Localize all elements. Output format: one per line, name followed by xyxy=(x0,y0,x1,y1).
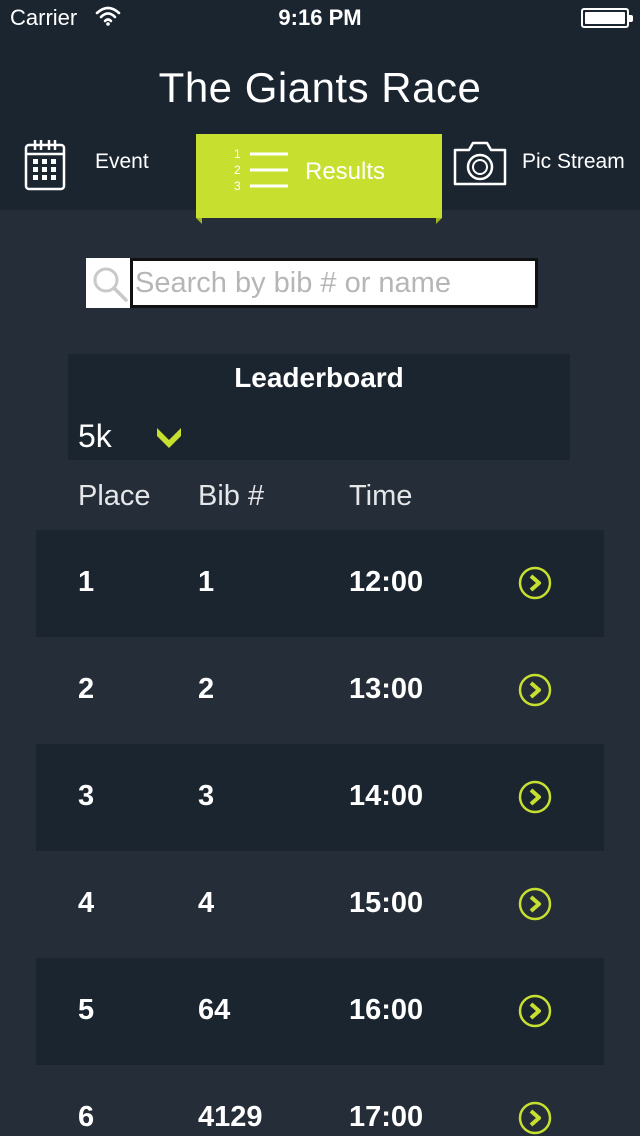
row-bib: 4129 xyxy=(198,1101,263,1133)
chevron-right-circle-icon[interactable] xyxy=(518,1101,552,1135)
tab-results-label: Results xyxy=(305,158,386,185)
column-header-bib: Bib # xyxy=(198,480,265,512)
camera-icon xyxy=(453,141,507,186)
row-bib: 3 xyxy=(198,780,215,812)
row-bib: 2 xyxy=(198,673,215,705)
tab-event-label: Event xyxy=(95,150,149,173)
row-bib: 1 xyxy=(198,566,215,598)
result-row[interactable]: 3 3 14:00 xyxy=(36,744,604,851)
row-place: 2 xyxy=(78,673,95,705)
app-header: Carrier 9:16 PM The Giants Race Event 1 … xyxy=(0,0,640,224)
result-row[interactable]: 1 1 12:00 xyxy=(36,530,604,637)
chevron-right-circle-icon[interactable] xyxy=(518,566,552,600)
numbered-list-icon: 1 2 3 xyxy=(234,147,288,193)
row-bib: 64 xyxy=(198,994,231,1026)
row-time: 13:00 xyxy=(349,673,424,705)
result-row[interactable]: 5 64 16:00 xyxy=(36,958,604,1065)
row-time: 17:00 xyxy=(349,1101,424,1133)
list-number-2: 2 xyxy=(234,163,241,177)
tab-results[interactable]: 1 2 3 Results xyxy=(196,134,442,224)
row-time: 16:00 xyxy=(349,994,424,1026)
calendar-icon xyxy=(24,140,66,191)
list-number-3: 3 xyxy=(234,179,241,193)
chevron-right-circle-icon[interactable] xyxy=(518,780,552,814)
column-header-place: Place xyxy=(78,480,151,512)
column-header-time: Time xyxy=(349,480,413,512)
row-time: 14:00 xyxy=(349,780,424,812)
battery-icon xyxy=(581,8,633,28)
row-place: 3 xyxy=(78,780,95,812)
search-icon xyxy=(93,267,128,302)
result-row[interactable]: 4 4 15:00 xyxy=(36,851,604,958)
row-place: 5 xyxy=(78,994,95,1026)
status-bar: Carrier 9:16 PM xyxy=(0,0,640,36)
search-bar xyxy=(86,258,538,308)
distance-selector-value[interactable]: 5k xyxy=(78,418,112,455)
row-place: 6 xyxy=(78,1101,95,1133)
search-input[interactable] xyxy=(130,258,538,308)
row-time: 12:00 xyxy=(349,566,424,598)
tab-pic-stream[interactable]: Pic Stream xyxy=(452,132,640,210)
tab-event[interactable]: Event xyxy=(18,132,188,210)
result-row[interactable]: 2 2 13:00 xyxy=(36,637,604,744)
tab-pic-stream-label: Pic Stream xyxy=(522,150,625,173)
clock: 9:16 PM xyxy=(278,5,362,30)
row-place: 4 xyxy=(78,887,95,919)
page-title: The Giants Race xyxy=(158,64,482,111)
chevron-right-circle-icon[interactable] xyxy=(518,673,552,707)
leaderboard-panel: Leaderboard 5k xyxy=(68,354,570,460)
row-time: 15:00 xyxy=(349,887,424,919)
chevron-down-icon[interactable] xyxy=(154,422,184,452)
list-number-1: 1 xyxy=(234,147,241,161)
row-bib: 4 xyxy=(198,887,215,919)
result-row[interactable]: 6 4129 17:00 xyxy=(36,1065,604,1136)
chevron-right-circle-icon[interactable] xyxy=(518,994,552,1028)
row-place: 1 xyxy=(78,566,95,598)
results-list: 1 1 12:00 2 2 13:00 3 3 14:00 4 4 15:00 … xyxy=(36,530,604,1136)
chevron-right-circle-icon[interactable] xyxy=(518,887,552,921)
leaderboard-title: Leaderboard xyxy=(234,362,404,393)
